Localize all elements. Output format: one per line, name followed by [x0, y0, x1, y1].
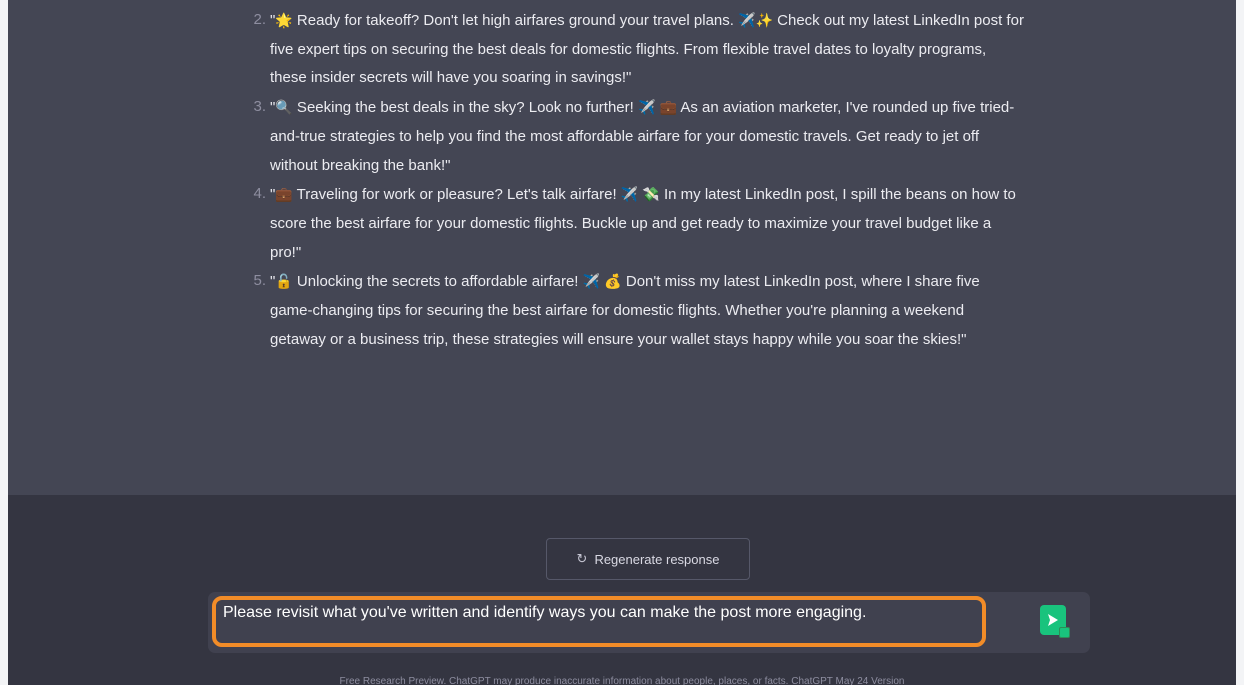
sparkles-emoji: ✨: [755, 12, 773, 28]
regenerate-label: Regenerate response: [594, 551, 720, 567]
response-item: 4. "💼 Traveling for work or pleasure? Let…: [244, 180, 1024, 267]
composer-area: ↻ Regenerate response Please revisit wha…: [8, 495, 1236, 685]
briefcase-emoji: 💼: [275, 186, 293, 203]
text-segment: Traveling for work or pleasure? Let's ta…: [292, 186, 621, 204]
text-segment: Unlocking the secrets to affordable airf…: [292, 273, 583, 291]
airplane-emoji: ✈️: [738, 12, 756, 28]
prompt-input-box[interactable]: Please revisit what you've written and i…: [208, 592, 1090, 653]
response-item: 5. "🔓 Unlocking the secrets to affordable…: [244, 267, 1024, 354]
star-emoji: 🌟: [275, 12, 293, 28]
send-arrow-icon: [1048, 614, 1058, 626]
send-button[interactable]: [1040, 605, 1070, 638]
assistant-message: 2. "🌟 Ready for takeoff? Don't let high a…: [8, 0, 1236, 495]
refresh-icon: ↻: [576, 551, 588, 566]
airplane-emoji: ✈️: [637, 99, 656, 116]
response-item: 3. "🔍 Seeking the best deals in the sky? …: [244, 93, 1024, 180]
regenerate-response-button[interactable]: ↻ Regenerate response: [546, 538, 750, 580]
response-item: 2. "🌟 Ready for takeoff? Don't let high a…: [244, 6, 1024, 93]
briefcase-emoji: 💼: [659, 99, 678, 116]
unlock-emoji: 🔓: [275, 273, 293, 290]
disclaimer-footer: Free Research Preview. ChatGPT may produ…: [339, 676, 905, 685]
prompt-input[interactable]: Please revisit what you've written and i…: [223, 600, 1080, 626]
response-text: "💼 Traveling for work or pleasure? Let's…: [270, 180, 1024, 267]
item-number: 5.: [253, 272, 266, 290]
money-bag-emoji: 💰: [604, 273, 622, 290]
text-segment: Ready for takeoff? Don't let high airfar…: [292, 12, 739, 29]
item-number: 4.: [253, 185, 266, 203]
item-number: 2.: [253, 11, 266, 28]
item-number: 3.: [253, 98, 266, 116]
magnifier-emoji: 🔍: [275, 99, 293, 116]
airplane-emoji: ✈️: [582, 273, 601, 290]
send-status-dot: [1059, 627, 1070, 638]
airplane-emoji: ✈️: [620, 186, 639, 203]
chat-app: 2. "🌟 Ready for takeoff? Don't let high a…: [8, 0, 1236, 685]
response-text: "🔍 Seeking the best deals in the sky? Lo…: [270, 93, 1024, 180]
money-wings-emoji: 💸: [642, 186, 660, 203]
response-text: "🔓 Unlocking the secrets to affordable a…: [270, 267, 1024, 354]
text-segment: Seeking the best deals in the sky? Look …: [292, 99, 638, 117]
response-text: "🌟 Ready for takeoff? Don't let high air…: [270, 6, 1024, 93]
response-list: 2. "🌟 Ready for takeoff? Don't let high a…: [244, 6, 1024, 354]
